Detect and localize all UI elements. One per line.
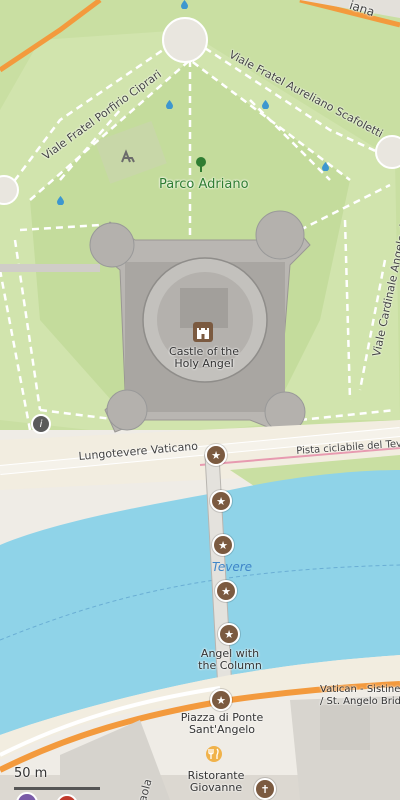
piazza-line2: Sant'Angelo: [188, 723, 256, 736]
statue-pin-2[interactable]: ★: [210, 490, 232, 512]
vatican-bus-stop-label[interactable]: Vatican - Sistine C / St. Angelo Bridge: [320, 684, 400, 708]
ristorante-line2: Giovanne: [189, 781, 243, 794]
river-label: Tevere: [212, 560, 253, 574]
water-drop-icon: [57, 196, 64, 205]
castle-label-line2: Holy Angel: [174, 357, 234, 370]
map-view[interactable]: Viale Fratel Porfirio Ciprari Viale Frat…: [0, 0, 400, 800]
cross-icon: ✝: [260, 782, 270, 796]
star-icon: ★: [216, 693, 226, 707]
vatican-line1: Vatican - Sistine C: [320, 684, 400, 695]
water-drop-icon: [322, 162, 329, 171]
star-icon: ★: [216, 494, 226, 508]
info-icon[interactable]: i: [31, 414, 51, 434]
star-icon: ★: [218, 538, 228, 552]
restaurant-icon[interactable]: [205, 745, 223, 763]
piazza-label[interactable]: Piazza di Ponte Sant'Angelo: [172, 712, 272, 736]
star-icon: ★: [224, 627, 234, 641]
star-icon: ★: [221, 584, 231, 598]
water-drop-icon: [181, 0, 188, 9]
playground-icon: [121, 149, 135, 163]
angel-column-label[interactable]: Angel with the Column: [192, 648, 268, 672]
vatican-line2: / St. Angelo Bridge: [320, 696, 400, 707]
ristorante-label[interactable]: Ristorante Giovanne: [178, 770, 254, 794]
statue-pin-piazza[interactable]: ★: [210, 689, 232, 711]
statue-pin-4[interactable]: ★: [215, 580, 237, 602]
water-drop-icon: [166, 100, 173, 109]
scale-label: 50 m: [14, 766, 48, 781]
castle-label[interactable]: Castle of the Holy Angel: [160, 346, 248, 370]
statue-pin-1[interactable]: ★: [205, 444, 227, 466]
park-label: Parco Adriano: [159, 177, 249, 192]
church-pin[interactable]: ✝: [254, 778, 276, 800]
statue-pin-angel-column[interactable]: ★: [218, 623, 240, 645]
scale-bar: [14, 787, 100, 790]
tree-icon: [196, 157, 206, 172]
castle-icon[interactable]: [193, 322, 213, 342]
star-icon: ★: [211, 448, 221, 462]
water-drop-icon: [262, 100, 269, 109]
angel-column-line2: the Column: [198, 659, 262, 672]
statue-pin-3[interactable]: ★: [212, 534, 234, 556]
